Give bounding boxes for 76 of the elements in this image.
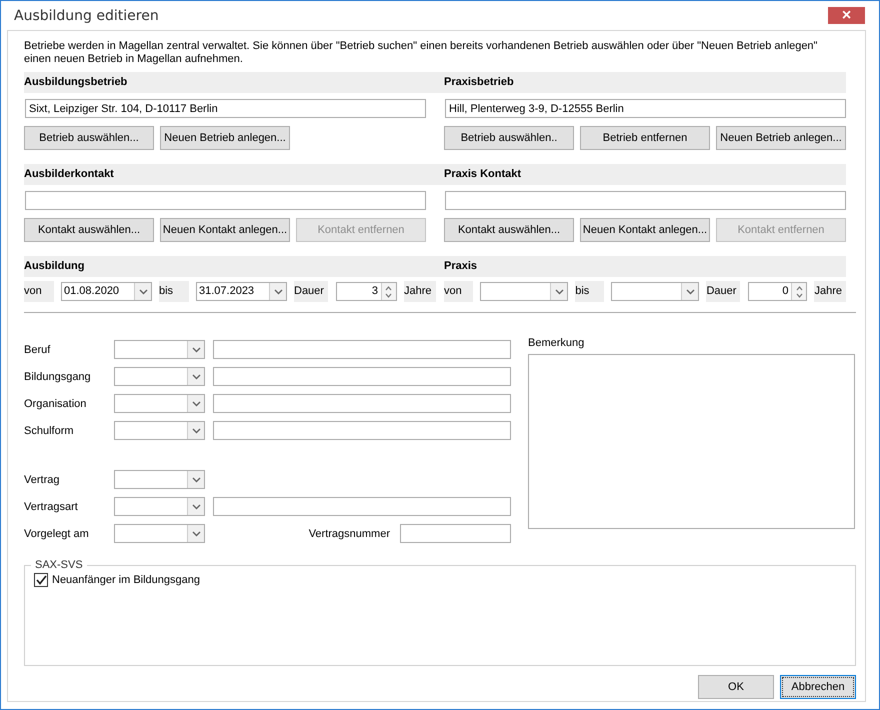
text-field[interactable]: [400, 524, 511, 543]
group-title: SAX-SVS: [34, 559, 84, 571]
remark-label: Bemerkung: [528, 337, 586, 349]
date-dropdown[interactable]: 31.07.2023: [196, 282, 287, 301]
chevron-down-icon: [192, 346, 200, 352]
duration-spinner[interactable]: 0: [748, 282, 808, 301]
field-label: Beruf: [24, 344, 52, 356]
action-button[interactable]: Neuen Kontakt anlegen...: [580, 218, 710, 242]
duration-label: Dauer: [294, 281, 328, 302]
text-field[interactable]: [213, 497, 511, 516]
chevron-down-icon: [192, 428, 200, 434]
chevron-down-icon: [192, 530, 200, 536]
action-button[interactable]: Betrieb auswählen..: [444, 126, 574, 150]
chevron-down-icon: [686, 288, 695, 294]
text-field[interactable]: [213, 340, 511, 359]
field-label: Vertragsart: [24, 500, 79, 512]
field-label: Bildungsgang: [24, 370, 92, 382]
chevron-down-icon: [192, 374, 200, 380]
text-field[interactable]: Sixt, Leipziger Str. 104, D-10117 Berlin: [25, 99, 426, 118]
field-label: Vorgelegt am: [24, 528, 90, 540]
to-label: bis: [575, 281, 604, 302]
action-button[interactable]: Kontakt auswählen...: [24, 218, 154, 242]
intro-text: Betriebe werden in Magellan zentral verwaltet. Sie können über "Betrieb suchen" einen bereits vorhandenen Betrieb auswählen oder über "Neuen Betrieb anlegen" einen neuen Betrieb in Magellan aufnehmen.: [24, 40, 818, 66]
text-field[interactable]: [445, 191, 846, 210]
dialog-button[interactable]: Abbrechen: [780, 675, 856, 699]
section-heading: Praxisbetrieb: [444, 72, 846, 93]
action-button[interactable]: Betrieb auswählen...: [24, 126, 154, 150]
section-heading: Praxis Kontakt: [444, 164, 846, 185]
chevron-down-icon: [192, 400, 200, 406]
up-down-arrows-icon: [385, 284, 392, 298]
window-title: Ausbildung editieren: [14, 8, 159, 24]
action-button[interactable]: Neuen Betrieb anlegen...: [716, 126, 846, 150]
section-heading: Ausbildung: [24, 256, 446, 277]
to-label: bis: [159, 281, 189, 302]
dropdown[interactable]: [114, 394, 205, 413]
field-label: Organisation: [24, 398, 88, 410]
date-dropdown[interactable]: [611, 282, 700, 301]
action-button[interactable]: Kontakt auswählen...: [444, 218, 574, 242]
duration-label: Dauer: [706, 281, 740, 302]
chevron-down-icon: [138, 288, 148, 294]
checkbox[interactable]: [34, 573, 48, 587]
chevron-down-icon: [274, 288, 282, 294]
dropdown[interactable]: [114, 497, 205, 516]
chevron-down-icon: [192, 476, 200, 482]
dropdown[interactable]: [114, 470, 205, 489]
field-label: Vertrag: [24, 474, 60, 486]
text-field[interactable]: [213, 367, 511, 386]
unit-label: Jahre: [814, 281, 846, 302]
duration-spinner[interactable]: 3: [336, 282, 397, 301]
field-label: Schulform: [24, 424, 75, 436]
section-heading: Ausbildungsbetrieb: [24, 72, 446, 93]
action-button[interactable]: Neuen Betrieb anlegen...: [160, 126, 290, 150]
section-heading: Ausbilderkontakt: [24, 164, 446, 185]
from-label: von: [24, 281, 54, 302]
dropdown[interactable]: [114, 367, 205, 386]
checkbox-label: Neuanfänger im Bildungsgang: [52, 574, 200, 586]
dropdown[interactable]: [114, 340, 205, 359]
section-heading: Praxis: [444, 256, 846, 277]
dropdown[interactable]: [114, 524, 205, 543]
date-dropdown[interactable]: 01.08.2020: [61, 282, 152, 301]
dialog-button[interactable]: OK: [698, 675, 774, 699]
unit-label: Jahre: [404, 281, 436, 302]
text-field[interactable]: [213, 421, 511, 440]
date-dropdown[interactable]: [480, 282, 568, 301]
from-label: von: [444, 281, 474, 302]
text-field[interactable]: [213, 394, 511, 413]
field-label: Vertragsnummer: [308, 528, 390, 540]
text-field[interactable]: Hill, Plenterweg 3-9, D-12555 Berlin: [445, 99, 846, 118]
chevron-down-icon: [192, 504, 200, 510]
up-down-arrows-icon: [796, 284, 803, 298]
dropdown[interactable]: [114, 421, 205, 440]
chevron-down-icon: [554, 288, 564, 294]
text-field[interactable]: [25, 191, 426, 210]
close-button[interactable]: ×: [828, 7, 865, 24]
action-button[interactable]: Betrieb entfernen: [580, 126, 710, 150]
action-button[interactable]: Neuen Kontakt anlegen...: [160, 218, 290, 242]
